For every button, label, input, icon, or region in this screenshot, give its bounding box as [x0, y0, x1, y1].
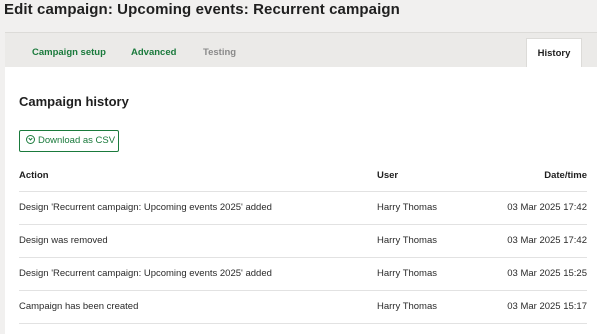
history-table: Action User Date/time Design 'Recurrent … [19, 162, 587, 324]
column-header-user: User [377, 170, 399, 181]
tab-testing[interactable]: Testing [203, 33, 236, 67]
cell-datetime: 03 Mar 2025 15:25 [507, 268, 587, 279]
cell-user: Harry Thomas [377, 202, 438, 213]
page-title: Edit campaign: Upcoming events: Recurren… [4, 1, 400, 18]
column-header-datetime: Date/time [544, 170, 587, 181]
tab-campaign-setup[interactable]: Campaign setup [32, 33, 106, 67]
cell-datetime: 03 Mar 2025 17:42 [507, 235, 587, 246]
history-panel: Campaign history Download as CSV Action … [5, 67, 597, 334]
cell-datetime: 03 Mar 2025 17:42 [507, 202, 587, 213]
table-row: Design 'Recurrent campaign: Upcoming eve… [19, 258, 587, 291]
cell-action: Design 'Recurrent campaign: Upcoming eve… [19, 202, 272, 213]
table-header: Action User Date/time [19, 162, 587, 192]
table-row: Design was removed Harry Thomas 03 Mar 2… [19, 225, 587, 258]
cell-user: Harry Thomas [377, 235, 438, 246]
cell-action: Campaign has been created [19, 301, 139, 312]
column-header-action: Action [19, 170, 49, 181]
table-row: Campaign has been created Harry Thomas 0… [19, 291, 587, 324]
download-csv-label: Download as CSV [38, 135, 116, 146]
table-row: Design 'Recurrent campaign: Upcoming eve… [19, 192, 587, 225]
download-circle-icon [26, 135, 35, 144]
tab-bar: Campaign setup Advanced Testing History [5, 32, 597, 68]
download-csv-button[interactable]: Download as CSV [19, 130, 119, 152]
cell-action: Design was removed [19, 235, 108, 246]
cell-datetime: 03 Mar 2025 15:17 [507, 301, 587, 312]
cell-user: Harry Thomas [377, 268, 438, 279]
tab-advanced[interactable]: Advanced [131, 33, 176, 67]
cell-user: Harry Thomas [377, 301, 438, 312]
tab-history[interactable]: History [526, 38, 582, 68]
cell-action: Design 'Recurrent campaign: Upcoming eve… [19, 268, 272, 279]
section-title: Campaign history [19, 94, 129, 109]
